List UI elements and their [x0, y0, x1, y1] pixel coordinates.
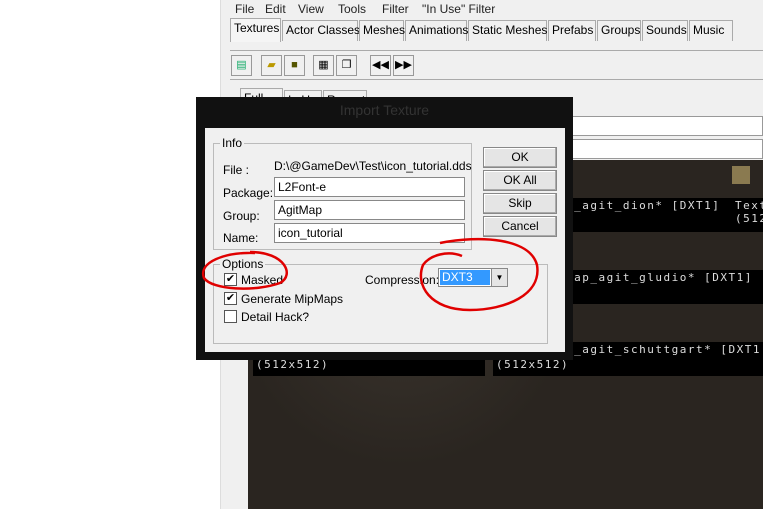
annotation-circle-compression [419, 237, 539, 312]
annotation-circle-masked [201, 250, 288, 290]
red-annotations [201, 237, 539, 312]
